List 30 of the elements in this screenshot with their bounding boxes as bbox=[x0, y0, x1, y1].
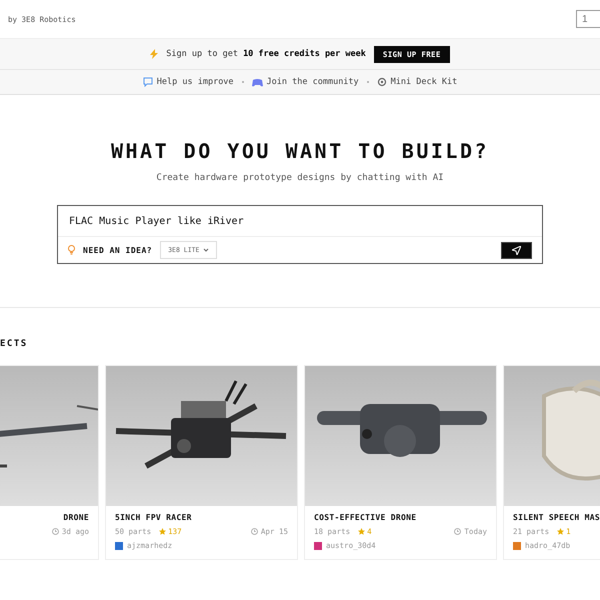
nav-link[interactable]: Join the community bbox=[252, 77, 359, 87]
star-icon bbox=[358, 528, 366, 535]
section-title: ECTS bbox=[0, 339, 29, 349]
project-title: COST-EFFECTIVE DRONE bbox=[314, 513, 418, 522]
send-button[interactable] bbox=[501, 242, 532, 258]
hero-title: WHAT DO YOU WANT TO BUILD? bbox=[110, 139, 490, 163]
separator-dot bbox=[242, 81, 244, 83]
hero-subtitle: Create hardware prototype designs by chatting with AI bbox=[156, 173, 444, 183]
project-title: 5INCH FPV RACER bbox=[115, 513, 193, 522]
separator-dot bbox=[366, 81, 369, 83]
promo-text: Sign up to get 10 free credits per week bbox=[166, 49, 366, 59]
idea-link[interactable]: NEED AN IDEA? bbox=[83, 246, 152, 254]
chat-bubble-icon bbox=[142, 77, 153, 87]
star-icon bbox=[159, 528, 166, 535]
send-icon bbox=[512, 246, 521, 254]
clock-icon bbox=[454, 528, 462, 535]
lightbulb-icon bbox=[68, 245, 75, 255]
counter-button[interactable]: 1 bbox=[576, 10, 600, 28]
nav-link[interactable]: Help us improve bbox=[142, 77, 234, 87]
project-title: SILENT SPEECH MAS bbox=[513, 513, 600, 522]
nav-link[interactable]: Mini Deck Kit bbox=[376, 77, 458, 87]
gear-icon bbox=[376, 77, 387, 87]
star-icon bbox=[557, 528, 564, 535]
chevron-down-icon bbox=[203, 248, 210, 252]
prompt-field[interactable]: FLAC Music Player like iRiver bbox=[58, 206, 542, 237]
clock-icon bbox=[52, 528, 59, 535]
game-controller-icon bbox=[252, 78, 263, 86]
lightning-icon bbox=[150, 49, 158, 59]
project-title: DRONE bbox=[62, 513, 89, 522]
clock-icon bbox=[250, 528, 258, 535]
